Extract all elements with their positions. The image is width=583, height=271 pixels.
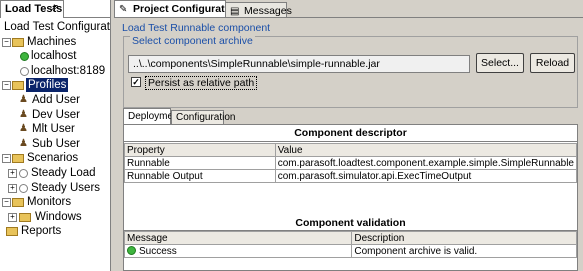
tab-project-configuration[interactable]: ✎ Project Configuration [114, 0, 240, 18]
persist-relative-path-checkbox[interactable]: ✓ [131, 77, 141, 87]
machine-offline-icon [20, 66, 29, 76]
editor-title: Load Test Runnable component [122, 22, 271, 34]
tree-item-label: Mlt User [32, 123, 75, 136]
expand-icon[interactable]: + [8, 183, 17, 193]
tree-item-label: Machines [27, 35, 77, 48]
column-header[interactable]: Value [274, 143, 578, 157]
persist-relative-path-label: Persist as relative path [145, 76, 258, 90]
tab-deployment[interactable]: Deployment [123, 108, 181, 125]
scenario-icon [19, 168, 28, 178]
editor-content: Load Test Runnable component Select comp… [114, 18, 583, 271]
expand-icon[interactable]: + [8, 168, 17, 178]
tree-item-label: Monitors [27, 196, 72, 209]
tree-item-scenario[interactable]: + Steady Load [0, 166, 110, 181]
property-cell: Runnable Output [124, 169, 276, 183]
scenario-icon [19, 183, 28, 193]
success-icon [127, 245, 136, 255]
user-profile-icon: ♟ [19, 123, 28, 135]
tree-item-profile[interactable]: ♟ Dev User [0, 108, 110, 123]
table-row[interactable]: Runnable com.parasoft.loadtest.component… [124, 156, 578, 170]
tree-item-profiles[interactable]: − Profiles [0, 78, 110, 93]
tab-label: Messages [244, 5, 292, 17]
archive-group: Select component archive ..\..\component… [123, 35, 578, 108]
tree-item-profile[interactable]: ♟ Mlt User [0, 122, 110, 137]
collapse-icon[interactable]: − [2, 37, 11, 47]
tree-item-label: Profiles [26, 78, 69, 93]
load-tests-panel: Load Tests ⇗ Load Test Configuratio − Ma… [0, 0, 111, 271]
tree-item-machine[interactable]: localhost [0, 49, 110, 64]
select-button[interactable]: Select... [476, 53, 524, 73]
collapse-icon[interactable]: − [2, 198, 11, 208]
tree-item-label: Steady Users [31, 181, 101, 194]
reload-button[interactable]: Reload [530, 53, 575, 73]
tree-item-profile[interactable]: ♟ Add User [0, 93, 110, 108]
tree-item-scenarios[interactable]: − Scenarios [0, 151, 110, 166]
folder-icon [6, 227, 18, 237]
validation-table: Message Description Success Component ar… [123, 231, 577, 258]
tree-item-machines[interactable]: − Machines [0, 35, 110, 50]
tree-item-label: Dev User [32, 108, 80, 121]
tab-label: Configuration [176, 112, 236, 123]
description-cell: Component archive is valid. [351, 244, 577, 258]
validation-title: Component validation [295, 217, 406, 229]
message-cell: Success [123, 244, 353, 258]
collapse-icon[interactable]: − [2, 154, 11, 164]
descriptor-title: Component descriptor [294, 127, 407, 139]
section-divider [124, 141, 577, 142]
folder-icon [12, 81, 24, 91]
expand-icon[interactable]: + [8, 212, 17, 222]
archive-path-field[interactable]: ..\..\components\SimpleRunnable\simple-r… [128, 55, 470, 73]
folder-icon [12, 198, 24, 208]
table-header-row: Property Value [124, 143, 578, 157]
tab-configuration[interactable]: Configuration [171, 110, 235, 125]
column-header[interactable]: Property [124, 143, 276, 157]
tree-root-label: Load Test Configuratio [4, 21, 111, 33]
load-tests-tab[interactable]: Load Tests ⇗ [0, 0, 64, 18]
user-profile-icon: ♟ [19, 137, 28, 149]
tree-item-monitor[interactable]: + Windows [0, 210, 110, 225]
tree-item-label: localhost [31, 50, 77, 63]
tree-item-label: Add User [32, 93, 80, 106]
archive-legend: Select component archive [130, 35, 255, 47]
tree-item-profile[interactable]: ♟ Sub User [0, 137, 110, 152]
load-test-tree: Load Test Configuratio − Machines localh… [0, 20, 111, 239]
user-profile-icon: ♟ [19, 93, 28, 105]
folder-icon [19, 212, 31, 222]
collapse-icon[interactable]: − [2, 81, 11, 91]
tree-item-label: localhost:8189 [31, 64, 106, 77]
tree-item-scenario[interactable]: + Steady Users [0, 181, 110, 196]
pin-icon[interactable]: ⇗ [51, 3, 59, 14]
tree-item-reports[interactable]: Reports [0, 224, 110, 239]
messages-icon: ▤ [230, 6, 240, 17]
value-cell: com.parasoft.simulator.api.ExecTimeOutpu… [274, 169, 578, 183]
column-header[interactable]: Description [351, 231, 577, 245]
tree-item-monitors[interactable]: − Monitors [0, 195, 110, 210]
table-header-row: Message Description [123, 231, 577, 245]
tree-item-label: Scenarios [27, 152, 79, 165]
message-text: Success [139, 245, 177, 257]
table-row[interactable]: Success Component archive is valid. [123, 244, 577, 258]
column-header[interactable]: Message [123, 231, 353, 245]
property-cell: Runnable [124, 156, 276, 170]
tree-item-label: Reports [21, 225, 62, 238]
tree-item-label: Sub User [32, 137, 80, 150]
user-profile-icon: ♟ [19, 108, 28, 120]
folder-icon [12, 154, 24, 164]
tree-item-label: Steady Load [31, 166, 96, 179]
tree-item-machine[interactable]: localhost:8189 [0, 64, 110, 79]
value-cell: com.parasoft.loadtest.component.example.… [274, 156, 578, 170]
table-row[interactable]: Runnable Output com.parasoft.simulator.a… [124, 169, 578, 183]
folder-icon [12, 37, 24, 47]
tabstrip-divider [64, 17, 110, 18]
tree-item-label: Windows [35, 210, 82, 223]
machine-online-icon [20, 52, 29, 62]
tab-messages[interactable]: ▤ Messages [225, 2, 292, 18]
deployment-panel: Component descriptor Property Value Runn… [123, 124, 578, 271]
wrench-icon: ✎ [119, 4, 128, 15]
descriptor-table: Property Value Runnable com.parasoft.loa… [124, 143, 578, 183]
tree-root[interactable]: Load Test Configuratio [0, 20, 111, 35]
editor-panel: ✎ Project Configuration ▤ Messages Load … [114, 0, 583, 271]
